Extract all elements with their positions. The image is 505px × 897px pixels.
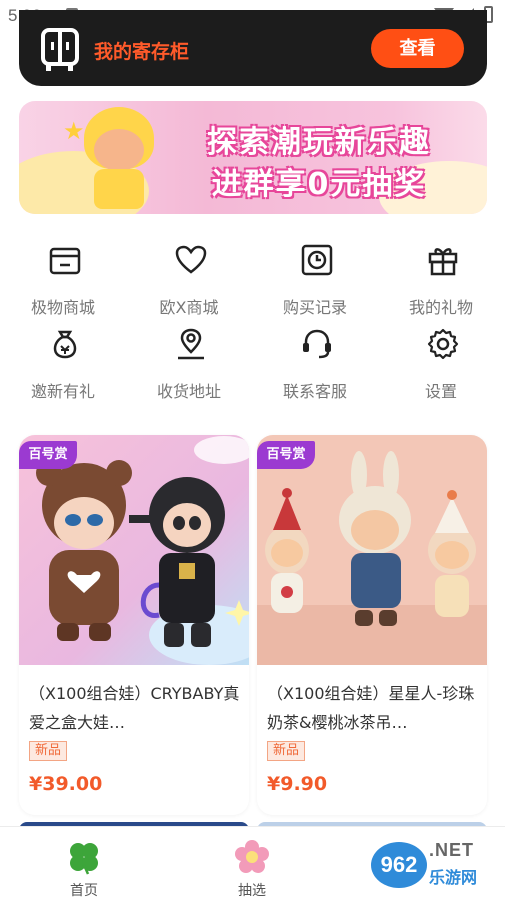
headset-icon <box>303 329 331 359</box>
watermark-logo: 962 .NET 乐游网 <box>371 836 499 892</box>
menu-label: 设置 <box>424 382 457 401</box>
flower-icon <box>235 840 269 873</box>
watermark-number: 962 <box>371 842 427 888</box>
view-locker-button[interactable]: 查看 <box>371 29 464 68</box>
product-card[interactable]: 百号赏 （X100组合娃）CRYBABY真爱之盒大娃… 新品 ¥39.00 <box>19 435 249 815</box>
gift-icon <box>428 248 458 276</box>
heart-icon <box>175 245 207 274</box>
menu-item-store[interactable]: 极物商城 <box>0 243 126 323</box>
menu-item-address[interactable]: 收货地址 <box>126 327 252 407</box>
store-icon <box>49 247 81 275</box>
gear-icon <box>427 328 459 360</box>
menu-label: 邀新有礼 <box>30 382 95 401</box>
locker-title: 我的寄存柜 <box>94 41 190 63</box>
new-badge: 新品 <box>29 741 68 761</box>
product-title: （X100组合娃）CRYBABY真爱之盒大娃… <box>29 684 240 732</box>
menu-label: 欧X商城 <box>159 298 219 317</box>
menu-label: 极物商城 <box>30 298 95 317</box>
menu-label: 收货地址 <box>156 382 221 401</box>
menu-item-ox-store[interactable]: 欧X商城 <box>126 243 252 323</box>
menu-item-invite[interactable]: 邀新有礼 <box>0 327 126 407</box>
nav-label: 首页 <box>70 883 98 897</box>
locker-bar: 我的寄存柜 查看 <box>19 10 487 86</box>
product-image <box>257 435 487 665</box>
menu-item-purchase-history[interactable]: 购买记录 <box>252 243 378 323</box>
product-title: （X100组合娃）星星人-珍珠奶茶&樱桃冰茶吊… <box>267 684 475 732</box>
product-tag: 百号赏 <box>257 441 315 469</box>
location-pin-icon <box>178 328 204 360</box>
menu-label: 购买记录 <box>282 298 347 317</box>
money-bag-icon <box>53 330 77 359</box>
product-tag: 百号赏 <box>19 441 77 469</box>
menu-item-my-gifts[interactable]: 我的礼物 <box>378 243 504 323</box>
new-badge: 新品 <box>267 741 306 761</box>
product-card[interactable]: 百号赏 （X100组合娃）星星人-珍珠奶茶&樱桃冰茶吊… 新品 ¥9.90 <box>257 435 487 815</box>
product-price: ¥39.00 <box>29 773 103 795</box>
menu-label: 联系客服 <box>282 382 347 401</box>
product-price: ¥9.90 <box>267 773 328 795</box>
star-icon: ★ <box>63 117 85 145</box>
doll-illustration <box>79 107 159 211</box>
product-image <box>19 435 249 665</box>
watermark-name: 乐游网 <box>429 868 478 887</box>
menu-item-customer-service[interactable]: 联系客服 <box>252 327 378 407</box>
promo-banner[interactable]: ★ 探索潮玩新乐趣 进群享0元抽奖 <box>19 101 487 214</box>
menu-item-settings[interactable]: 设置 <box>378 327 504 407</box>
menu-label: 我的礼物 <box>408 298 473 317</box>
clock-icon <box>301 244 333 276</box>
locker-icon <box>41 28 79 66</box>
clover-icon <box>70 843 98 875</box>
nav-label: 抽选 <box>238 883 266 897</box>
watermark-net: .NET <box>429 840 475 860</box>
banner-subheadline: 进群享0元抽奖 <box>211 167 427 202</box>
banner-headline: 探索潮玩新乐趣 <box>207 125 431 160</box>
